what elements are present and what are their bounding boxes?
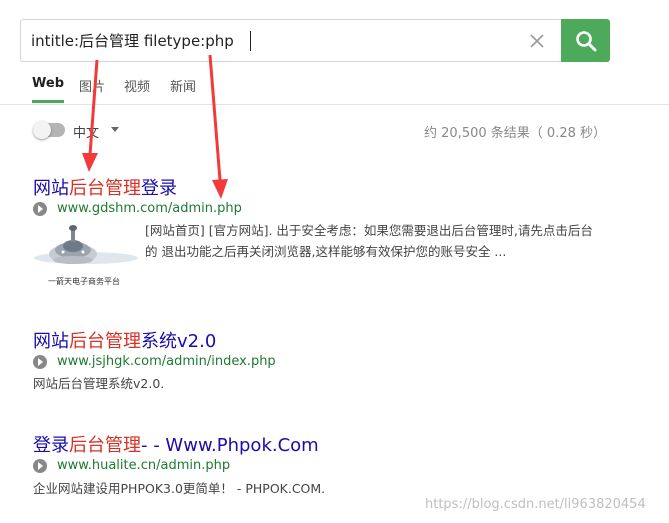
result-url[interactable]: www.hualite.cn/admin.php	[57, 458, 230, 473]
chevron-down-icon[interactable]	[111, 127, 119, 132]
title-suffix: - - Www.Phpok.Com	[141, 435, 319, 456]
title-prefix: 网站	[33, 331, 69, 352]
url-options-icon[interactable]	[33, 355, 47, 369]
tab-web[interactable]: Web	[32, 76, 64, 103]
title-prefix: 登录	[33, 435, 69, 456]
title-highlight: 后台管理	[69, 178, 141, 199]
result-snippet-2: 网站后台管理系统v2.0.	[33, 376, 165, 391]
close-icon[interactable]	[527, 31, 547, 51]
search-input[interactable]	[31, 20, 521, 61]
title-suffix: 登录	[141, 178, 177, 199]
language-selector[interactable]: 中文	[73, 122, 99, 141]
result-thumbnail[interactable]: 一箭天电子商务平台	[33, 222, 139, 290]
title-highlight: 后台管理	[69, 435, 141, 456]
search-box[interactable]	[20, 19, 561, 62]
arrow-head-2	[212, 179, 228, 199]
search-header: Web 图片 视频 新闻	[0, 0, 669, 105]
title-highlight: 后台管理	[69, 331, 141, 352]
toggle-knob	[33, 121, 51, 139]
result-title-2[interactable]: 网站后台管理系统v2.0	[33, 327, 216, 353]
search-icon	[576, 31, 597, 52]
result-snippet-1: [网站首页] [官方网站]. 出于安全考虑：如果您需要退出后台管理时,请先点击后…	[145, 223, 593, 259]
text-caret	[250, 31, 251, 51]
result-title-1[interactable]: 网站后台管理登录	[33, 174, 177, 200]
url-options-icon[interactable]	[33, 202, 47, 216]
result-url[interactable]: www.gdshm.com/admin.php	[57, 201, 242, 216]
result-snippet-3: 企业网站建设用PHPOK3.0更简单！ - PHPOK.COM.	[33, 481, 326, 496]
result-title-3[interactable]: 登录后台管理- - Www.Phpok.Com	[33, 431, 319, 457]
url-options-icon[interactable]	[33, 459, 47, 473]
title-prefix: 网站	[33, 178, 69, 199]
result-stats: 约 20,500 条结果（ 0.28 秒）	[424, 126, 606, 141]
watermark: https://blog.csdn.net/li963820454	[425, 497, 646, 512]
tab-images[interactable]: 图片	[79, 76, 105, 95]
arrow-head-1	[82, 153, 98, 172]
tab-news[interactable]: 新闻	[170, 76, 196, 95]
tab-videos[interactable]: 视频	[124, 76, 150, 95]
result-url[interactable]: www.jsjhgk.com/admin/index.php	[57, 354, 276, 369]
title-suffix: 系统v2.0	[141, 331, 217, 352]
search-button[interactable]	[561, 19, 610, 62]
safe-search-toggle[interactable]	[33, 121, 65, 139]
thumbnail-caption: 一箭天电子商务平台	[48, 277, 120, 286]
